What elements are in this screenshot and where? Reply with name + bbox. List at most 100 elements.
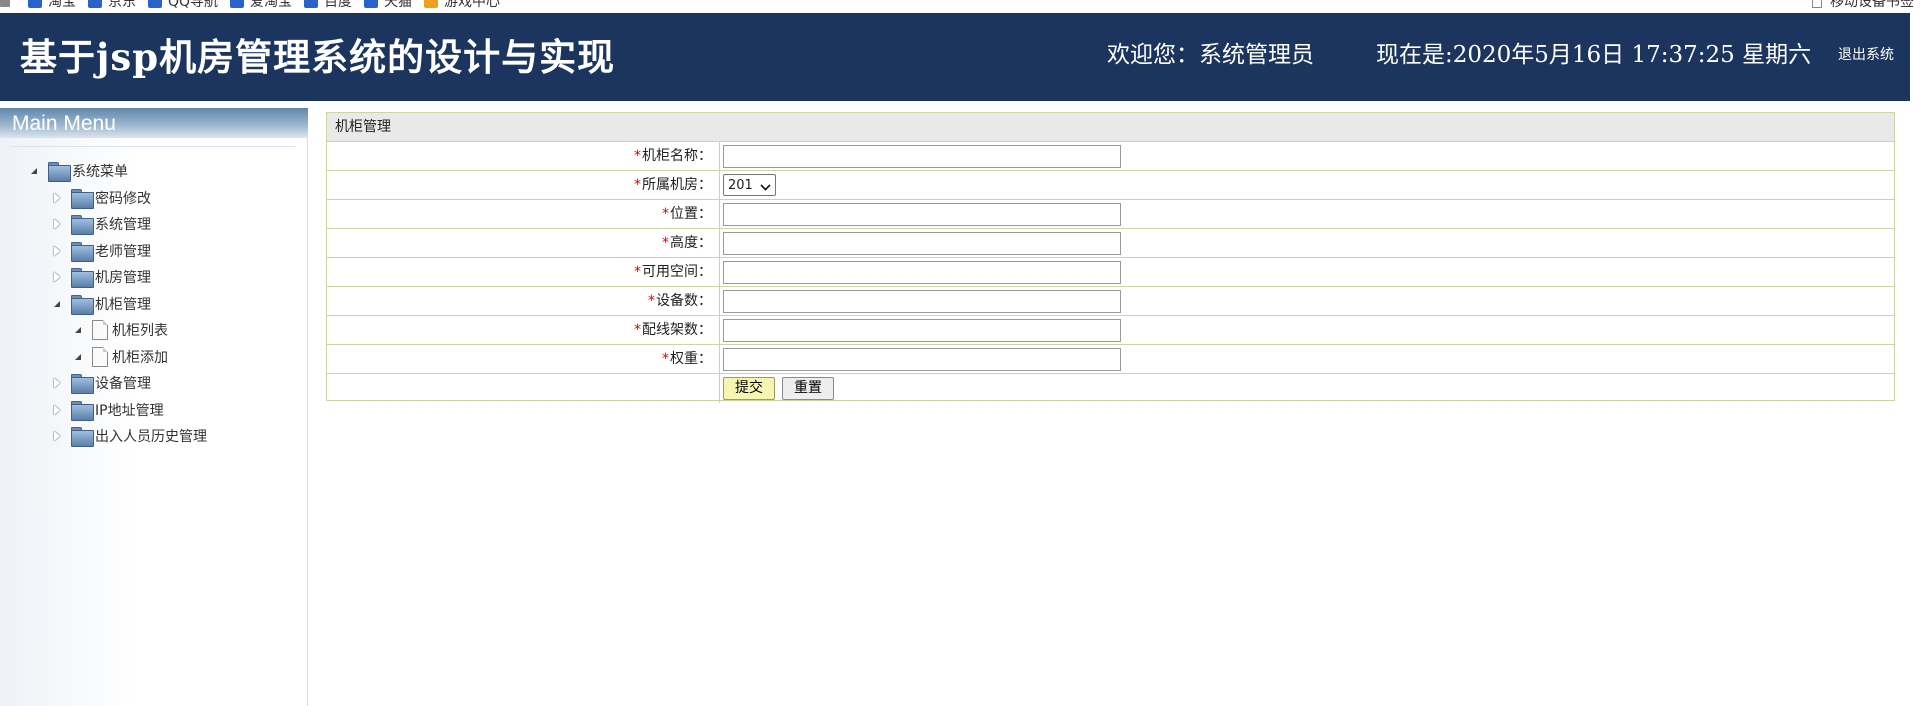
room-select-value: 201 <box>728 177 753 193</box>
bookmark-folder[interactable] <box>0 0 16 7</box>
expand-arrow-icon[interactable] <box>51 192 63 204</box>
cabinet-name-input[interactable] <box>723 144 1121 168</box>
expand-arrow-icon[interactable] <box>51 218 63 230</box>
location-input[interactable] <box>723 202 1121 226</box>
tree-root[interactable]: 系统菜单 <box>0 158 207 185</box>
form-row: *设备数： <box>327 287 1894 316</box>
bookmark-label: 京东 <box>108 0 136 10</box>
tree-item-cabinet-list[interactable]: 机柜列表 <box>0 317 207 344</box>
bookmark-item[interactable]: 淘宝 <box>28 0 76 11</box>
mobile-bookmarks[interactable]: 移动设备书签 <box>1812 0 1914 11</box>
form-row: *高度： <box>327 229 1894 258</box>
menu-tree: 系统菜单 密码修改 系统管理 老师管理 机房管理 机柜管理 机柜列表 机柜添加 … <box>0 158 207 450</box>
collapse-arrow-icon[interactable] <box>51 298 63 310</box>
bookmark-icon <box>230 0 245 8</box>
tree-item-label: 出入人员历史管理 <box>95 429 207 446</box>
bookmark-item[interactable]: 百度 <box>304 0 352 11</box>
tree-item-label: 老师管理 <box>95 243 151 260</box>
available-space-input[interactable] <box>723 260 1121 284</box>
folder-icon <box>71 268 94 289</box>
bookmark-icon <box>364 0 379 8</box>
tree-item-cabinet[interactable]: 机柜管理 <box>0 291 207 318</box>
required-mark: * <box>662 235 669 251</box>
patch-panel-count-input[interactable] <box>723 318 1121 342</box>
bookmark-item[interactable]: QQ导航 <box>148 0 218 11</box>
tree-item-room[interactable]: 机房管理 <box>0 264 207 291</box>
bookmark-label: 游戏中心 <box>444 0 501 10</box>
bookmark-item[interactable]: 京东 <box>88 0 136 11</box>
expand-arrow-icon[interactable] <box>51 271 63 283</box>
bookmark-label: 淘宝 <box>48 0 76 10</box>
sidebar: Main Menu 系统菜单 密码修改 系统管理 老师管理 机房管理 机柜管理 … <box>0 108 308 706</box>
bookmark-item[interactable]: 游戏中心 <box>424 0 500 11</box>
bookmark-icon <box>304 0 319 8</box>
form-row: *可用空间： <box>327 258 1894 287</box>
bookmark-label: 天猫 <box>384 0 413 10</box>
expand-arrow-icon[interactable] <box>51 245 63 257</box>
tree-root-label: 系统菜单 <box>72 164 128 181</box>
tree-item-label: 机柜列表 <box>112 323 168 340</box>
bookmark-icon <box>28 0 42 8</box>
folder-icon <box>71 241 94 262</box>
field-label: *所属机房： <box>327 171 720 199</box>
tree-item-label: 系统管理 <box>95 217 151 234</box>
welcome-text: 欢迎您：系统管理员 <box>1107 42 1314 68</box>
bookmark-label: 百度 <box>324 0 353 10</box>
field-label-text: 可用空间： <box>642 264 712 280</box>
empty-label-cell <box>327 374 720 403</box>
menu-header: Main Menu <box>0 108 308 138</box>
logout-link[interactable]: 退出系统 <box>1838 44 1894 64</box>
field-value-cell <box>720 287 1894 315</box>
bookmark-icon <box>88 0 102 8</box>
bookmark-label: QQ导航 <box>168 0 219 10</box>
app-title: 基于jsp机房管理系统的设计与实现 <box>20 35 616 79</box>
required-mark: * <box>634 148 641 164</box>
field-label: *设备数： <box>327 287 720 315</box>
field-value-cell: 201 <box>720 171 1894 199</box>
collapse-arrow-icon[interactable] <box>28 165 40 177</box>
expand-arrow-icon[interactable] <box>51 377 63 389</box>
bookmark-label: 爱淘宝 <box>250 0 293 10</box>
expand-arrow-icon[interactable] <box>51 404 63 416</box>
tree-item-ip[interactable]: IP地址管理 <box>0 397 207 424</box>
bookmark-item[interactable]: 天猫 <box>364 0 412 11</box>
folder-icon <box>71 215 94 236</box>
field-label: *配线架数： <box>327 316 720 344</box>
tree-item-password[interactable]: 密码修改 <box>0 185 207 212</box>
room-select[interactable]: 201 <box>723 174 776 196</box>
submit-button[interactable]: 提交 <box>723 377 775 400</box>
divider <box>10 146 296 147</box>
tree-leaf-arrow-icon <box>72 324 84 336</box>
folder-icon <box>71 294 94 315</box>
reset-button[interactable]: 重置 <box>782 377 834 400</box>
height-input[interactable] <box>723 231 1121 255</box>
required-mark: * <box>634 177 641 193</box>
device-count-input[interactable] <box>723 289 1121 313</box>
cabinet-form-panel: 机柜管理 *机柜名称： *所属机房： 201 *位置： *高度： *可用空间： … <box>326 112 1895 403</box>
tree-item-label: 设备管理 <box>95 376 151 393</box>
form-actions-row: 提交 重置 <box>327 374 1894 403</box>
bookmarks-bar: 淘宝 京东 QQ导航 爱淘宝 百度 天猫 游戏中心 移动设备书签 <box>0 0 1920 13</box>
field-label-text: 机柜名称： <box>642 148 712 164</box>
form-row: *位置： <box>327 200 1894 229</box>
expand-arrow-icon[interactable] <box>51 430 63 442</box>
field-value-cell <box>720 258 1894 286</box>
field-label-text: 高度： <box>670 235 712 251</box>
tree-item-label: 机柜管理 <box>95 296 151 313</box>
panel-title: 机柜管理 <box>327 113 1894 142</box>
form-row: *配线架数： <box>327 316 1894 345</box>
tree-item-cabinet-add[interactable]: 机柜添加 <box>0 344 207 371</box>
page-icon <box>92 320 108 341</box>
folder-icon <box>71 427 94 448</box>
required-mark: * <box>662 351 669 367</box>
tree-item-teacher[interactable]: 老师管理 <box>0 238 207 265</box>
tree-item-label: 机房管理 <box>95 270 151 287</box>
weight-input[interactable] <box>723 347 1121 371</box>
bookmark-item[interactable]: 爱淘宝 <box>230 0 292 11</box>
field-label: *高度： <box>327 229 720 257</box>
tree-item-access-history[interactable]: 出入人员历史管理 <box>0 423 207 450</box>
tree-leaf-arrow-icon <box>72 351 84 363</box>
tree-item-device[interactable]: 设备管理 <box>0 370 207 397</box>
tree-item-system[interactable]: 系统管理 <box>0 211 207 238</box>
current-time: 现在是:2020年5月16日 17:37:25 星期六 <box>1376 42 1812 68</box>
